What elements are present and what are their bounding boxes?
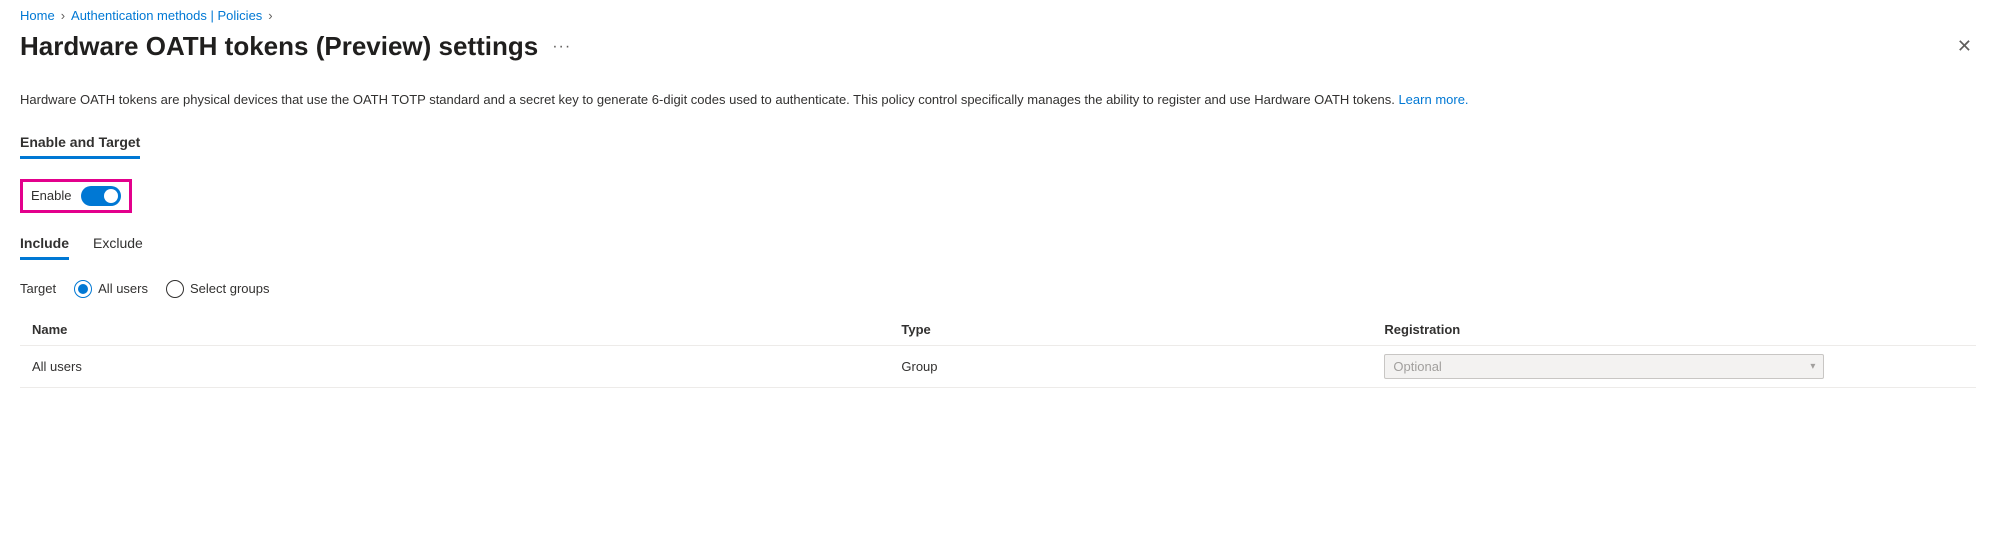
column-registration-header[interactable]: Registration — [1384, 322, 1964, 337]
breadcrumb-auth-methods[interactable]: Authentication methods | Policies — [71, 8, 262, 23]
radio-icon — [74, 280, 92, 298]
target-row: Target All users Select groups — [20, 280, 1976, 298]
tab-include[interactable]: Include — [20, 235, 69, 260]
include-exclude-tabs: Include Exclude — [20, 235, 1976, 260]
page-title: Hardware OATH tokens (Preview) settings — [20, 31, 538, 62]
chevron-right-icon: › — [61, 8, 65, 23]
page-header: Hardware OATH tokens (Preview) settings … — [20, 31, 1976, 62]
targets-table: Name Type Registration All users Group O… — [20, 314, 1976, 388]
column-type-header[interactable]: Type — [901, 322, 1384, 337]
table-row: All users Group Optional ▾ — [20, 346, 1976, 388]
section-tabs: Enable and Target — [20, 134, 1976, 159]
target-label: Target — [20, 281, 56, 296]
tab-exclude[interactable]: Exclude — [93, 235, 143, 260]
chevron-down-icon: ▾ — [1810, 361, 1815, 372]
table-header: Name Type Registration — [20, 314, 1976, 346]
radio-icon — [166, 280, 184, 298]
radio-select-groups[interactable]: Select groups — [166, 280, 270, 298]
radio-all-users-label: All users — [98, 281, 148, 296]
registration-dropdown[interactable]: Optional ▾ — [1384, 354, 1824, 379]
tab-enable-and-target[interactable]: Enable and Target — [20, 134, 140, 159]
registration-value: Optional — [1393, 359, 1441, 374]
cell-name: All users — [32, 359, 901, 374]
column-name-header[interactable]: Name — [32, 322, 901, 337]
breadcrumb: Home › Authentication methods | Policies… — [20, 8, 1976, 23]
enable-label: Enable — [31, 188, 71, 203]
radio-all-users[interactable]: All users — [74, 280, 148, 298]
radio-select-groups-label: Select groups — [190, 281, 270, 296]
enable-toggle[interactable] — [81, 186, 121, 206]
more-icon[interactable]: ··· — [552, 38, 571, 56]
description-text: Hardware OATH tokens are physical device… — [20, 92, 1398, 107]
cell-type: Group — [901, 359, 1384, 374]
breadcrumb-home[interactable]: Home — [20, 8, 55, 23]
chevron-right-icon: › — [268, 8, 272, 23]
enable-toggle-highlight: Enable — [20, 179, 132, 213]
toggle-knob — [104, 189, 118, 203]
close-icon[interactable]: ✕ — [1953, 32, 1976, 61]
page-description: Hardware OATH tokens are physical device… — [20, 90, 1976, 110]
learn-more-link[interactable]: Learn more. — [1398, 92, 1468, 107]
